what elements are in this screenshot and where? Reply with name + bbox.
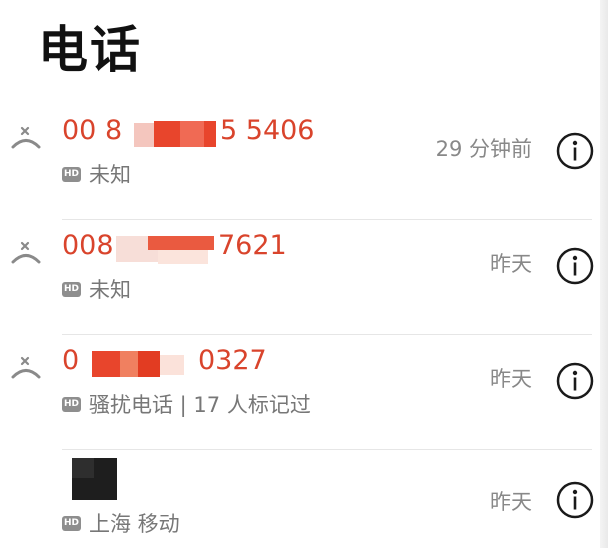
call-location: 未知 xyxy=(89,278,131,302)
redaction-block xyxy=(138,351,160,377)
number-suffix: 0327 xyxy=(198,345,267,376)
avatar-pixel xyxy=(72,458,94,478)
hd-badge: HD xyxy=(62,281,81,297)
number-suffix: 5 5406 xyxy=(220,115,315,146)
redaction-block xyxy=(158,250,208,264)
info-icon[interactable] xyxy=(555,131,595,171)
number-prefix: 008 xyxy=(62,230,114,261)
call-subtitle: HD 未知 xyxy=(62,274,131,304)
call-subtitle: HD 未知 xyxy=(62,159,131,189)
missed-call-icon xyxy=(11,126,41,149)
scroll-edge xyxy=(600,0,608,548)
info-icon[interactable] xyxy=(555,246,595,286)
call-location: 骚扰电话 | 17 人标记过 xyxy=(89,393,311,417)
call-row[interactable]: 008 7621 HD 未知 昨天 xyxy=(0,220,600,335)
redaction-block xyxy=(160,355,184,375)
hd-badge: HD xyxy=(62,515,81,531)
page-title: 电话 xyxy=(38,21,142,79)
hd-badge: HD xyxy=(62,396,81,412)
number-prefix: 0 xyxy=(62,345,80,376)
redaction-block xyxy=(148,236,214,250)
call-subtitle: HD 上海 移动 xyxy=(62,508,180,538)
hd-badge: HD xyxy=(62,166,81,182)
missed-call-icon xyxy=(11,356,41,379)
call-subtitle: HD 骚扰电话 | 17 人标记过 xyxy=(62,389,311,419)
call-location: 上海 移动 xyxy=(89,512,180,536)
redaction-block xyxy=(180,121,204,147)
info-icon[interactable] xyxy=(555,480,595,520)
call-row[interactable]: 00 8 5 5406 HD 未知 29 分钟前 xyxy=(0,105,600,220)
call-time: 昨天 xyxy=(490,367,532,391)
number-prefix: 00 8 xyxy=(62,115,123,146)
call-time: 昨天 xyxy=(490,252,532,276)
call-row[interactable]: 0 0327 HD 骚扰电话 | 17 人标记过 昨天 xyxy=(0,335,600,450)
missed-call-icon xyxy=(11,241,41,264)
call-time: 29 分钟前 xyxy=(435,137,532,161)
redaction-block xyxy=(92,351,120,377)
info-icon[interactable] xyxy=(555,361,595,401)
call-row[interactable]: HD 上海 移动 昨天 xyxy=(0,440,600,555)
call-location: 未知 xyxy=(89,163,131,187)
redaction-block xyxy=(120,351,138,377)
contact-avatar xyxy=(72,458,117,500)
call-time: 昨天 xyxy=(490,490,532,514)
number-suffix: 7621 xyxy=(218,230,287,261)
